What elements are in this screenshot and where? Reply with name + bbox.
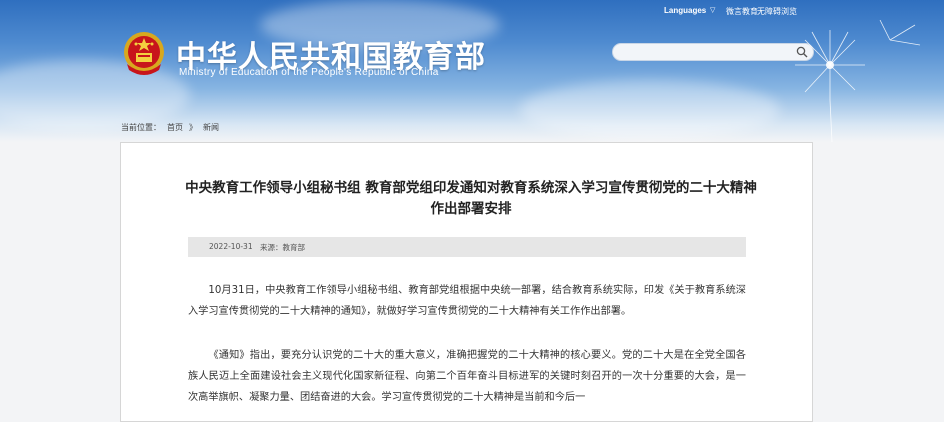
article-date: 2022-10-31 <box>209 242 253 251</box>
article-paragraph: 10月31日，中央教育工作领导小组秘书组、教育部党组根据中央统一部署，结合教育系… <box>188 285 746 317</box>
chevron-down-icon[interactable]: ▽ <box>710 6 715 14</box>
breadcrumb-home-link[interactable]: 首页 <box>167 123 183 132</box>
accessibility-link[interactable]: 无障碍浏览 <box>757 6 797 17</box>
search-input[interactable] <box>621 45 791 59</box>
site-subtitle: Ministry of Education of the People's Re… <box>179 67 439 78</box>
article-meta-bar: 2022-10-31 来源：教育部 <box>188 237 746 257</box>
breadcrumb-separator: 》 <box>189 123 197 132</box>
article-source: 来源：教育部 <box>260 243 305 252</box>
breadcrumb-current-link[interactable]: 新闻 <box>203 123 219 132</box>
breadcrumb-label: 当前位置： <box>121 123 161 132</box>
dandelion-decoration <box>795 20 921 142</box>
cloud-decoration <box>520 80 780 140</box>
weibo-link[interactable]: 微言教育 <box>726 6 758 17</box>
languages-link[interactable]: Languages <box>664 6 706 15</box>
breadcrumb: 当前位置： 首页》新闻 <box>121 122 225 133</box>
article-panel: 中央教育工作领导小组秘书组 教育部党组印发通知对教育系统深入学习宣传贯彻党的二十… <box>120 142 813 422</box>
article-title: 中央教育工作领导小组秘书组 教育部党组印发通知对教育系统深入学习宣传贯彻党的二十… <box>185 180 757 217</box>
article-paragraph: 《通知》指出，要充分认识党的二十大的重大意义，准确把握党的二十大精神的核心要义。… <box>188 350 746 403</box>
site-header: 中华人民共和国教育部 Ministry of Education of the … <box>0 0 944 142</box>
national-emblem-icon <box>124 32 164 75</box>
